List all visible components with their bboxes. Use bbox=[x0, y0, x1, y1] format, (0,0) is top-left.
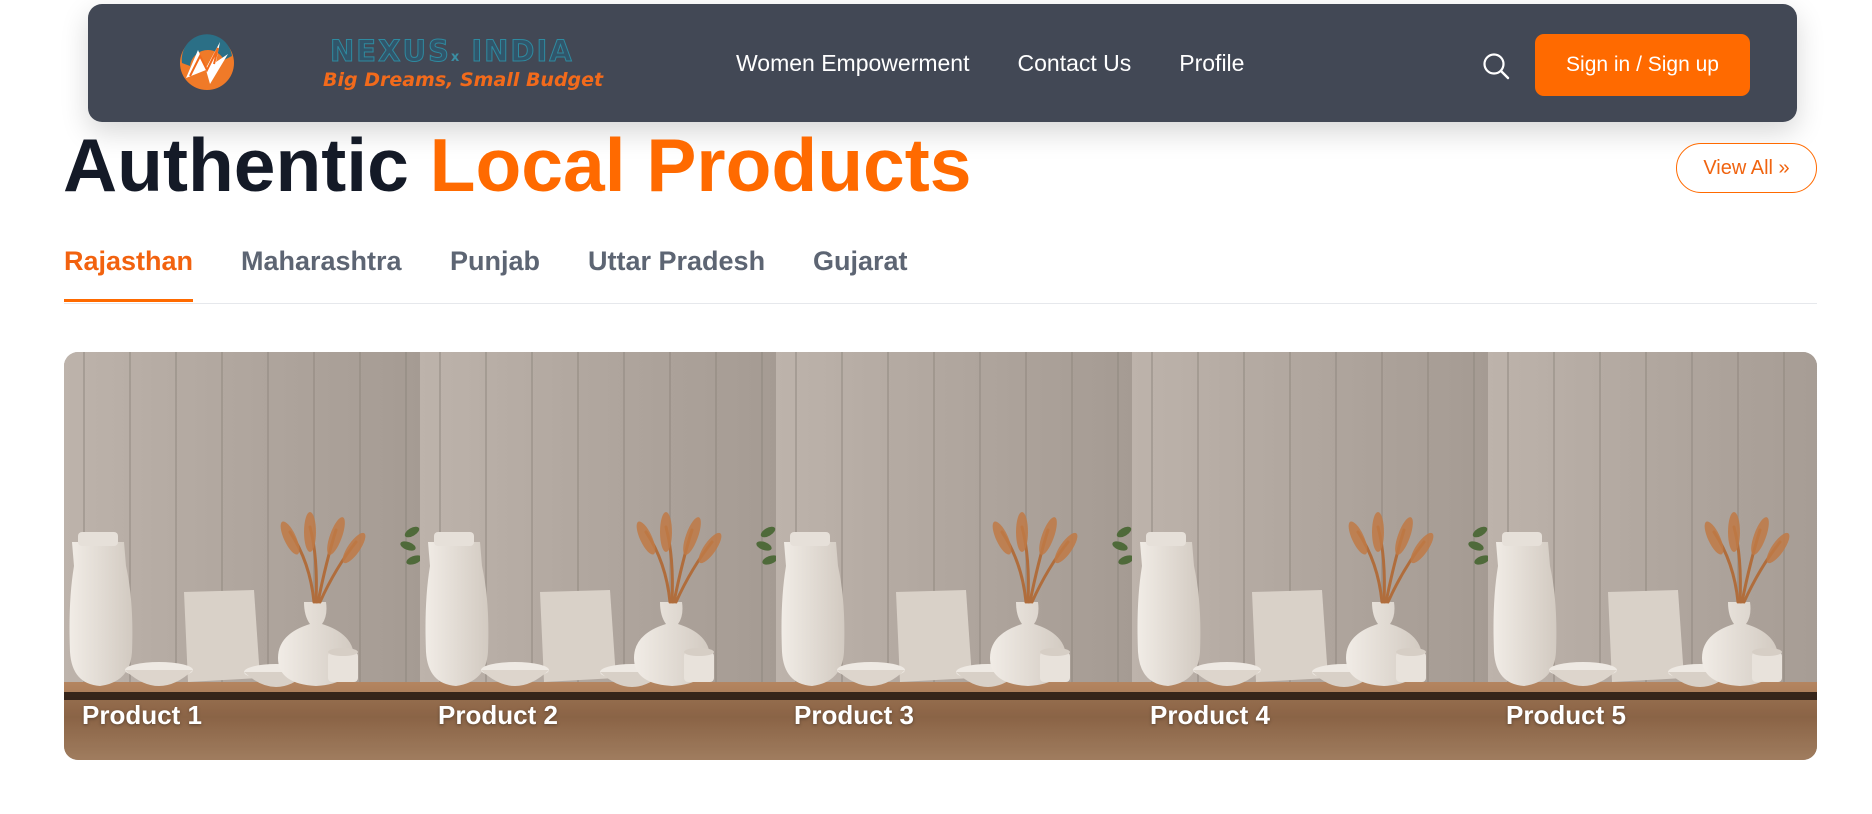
product-card[interactable]: Product 1 bbox=[64, 352, 420, 760]
product-card[interactable]: Product 5 bbox=[1488, 352, 1817, 760]
brand-tagline: Big Dreams, Small Budget bbox=[323, 69, 604, 91]
brand-name-x: x bbox=[450, 50, 460, 65]
region-tabs: Rajasthan Maharashtra Punjab Uttar Prade… bbox=[64, 240, 1817, 304]
nav-link-profile[interactable]: Profile bbox=[1179, 50, 1244, 77]
product-carousel: Product 1 Product 2 Product 3 Product 4 … bbox=[64, 352, 1817, 760]
product-image bbox=[1132, 352, 1488, 760]
tab-uttar-pradesh[interactable]: Uttar Pradesh bbox=[588, 246, 765, 302]
search-icon[interactable] bbox=[1480, 50, 1512, 82]
page-title: Authentic Local Products bbox=[63, 128, 971, 203]
product-image bbox=[420, 352, 776, 760]
brand-name-text: NEXUS bbox=[330, 34, 451, 69]
tab-maharashtra[interactable]: Maharashtra bbox=[241, 246, 402, 302]
tab-punjab[interactable]: Punjab bbox=[450, 246, 540, 302]
navbar: NEXUSx INDIA Big Dreams, Small Budget Wo… bbox=[88, 4, 1797, 122]
product-name: Product 2 bbox=[438, 700, 558, 730]
page-title-accent: Local Products bbox=[429, 123, 972, 207]
product-image bbox=[64, 352, 420, 760]
page-title-part1: Authentic bbox=[63, 123, 409, 207]
product-name: Product 1 bbox=[82, 700, 202, 730]
brand-country: INDIA bbox=[471, 34, 574, 69]
product-image bbox=[1488, 352, 1817, 760]
nav-links: Women Empowerment Contact Us Profile bbox=[736, 4, 1292, 122]
sign-in-sign-up-button[interactable]: Sign in / Sign up bbox=[1535, 34, 1750, 96]
product-name: Product 3 bbox=[794, 700, 914, 730]
product-name: Product 5 bbox=[1506, 700, 1626, 730]
nexus-logo-icon[interactable] bbox=[176, 32, 238, 94]
nav-link-women-empowerment[interactable]: Women Empowerment bbox=[736, 50, 970, 77]
product-name: Product 4 bbox=[1150, 700, 1270, 730]
product-image bbox=[776, 352, 1132, 760]
tab-gujarat[interactable]: Gujarat bbox=[813, 246, 908, 302]
product-card[interactable]: Product 4 bbox=[1132, 352, 1488, 760]
nav-link-contact-us[interactable]: Contact Us bbox=[1018, 50, 1132, 77]
brand-name[interactable]: NEXUSx INDIA bbox=[330, 34, 574, 69]
view-all-button[interactable]: View All » bbox=[1676, 143, 1817, 193]
product-card[interactable]: Product 3 bbox=[776, 352, 1132, 760]
product-card[interactable]: Product 2 bbox=[420, 352, 776, 760]
tab-rajasthan[interactable]: Rajasthan bbox=[64, 246, 194, 302]
